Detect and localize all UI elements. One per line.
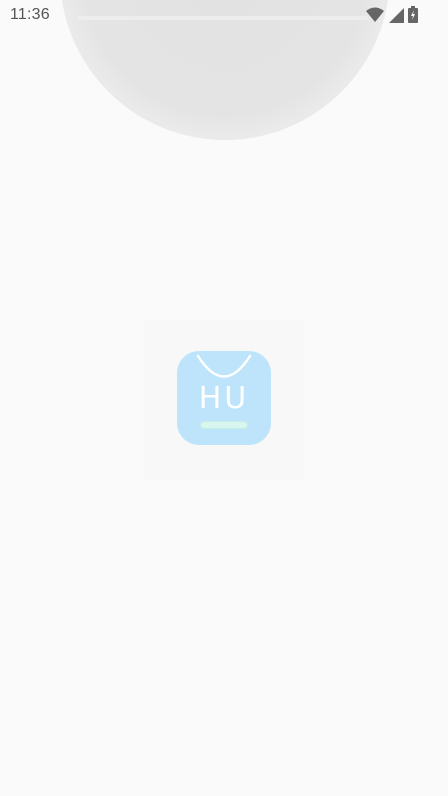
status-icons <box>366 6 418 23</box>
splash-logo-container: HU <box>144 320 304 480</box>
status-bar: 11:36 <box>0 0 448 30</box>
wifi-icon <box>366 7 384 22</box>
app-logo: HU <box>177 351 271 445</box>
cell-signal-icon <box>389 7 404 23</box>
status-time: 11:36 <box>10 6 50 23</box>
battery-icon <box>408 6 418 23</box>
logo-text: HU <box>198 381 250 416</box>
logo-underline-bar <box>201 422 247 428</box>
